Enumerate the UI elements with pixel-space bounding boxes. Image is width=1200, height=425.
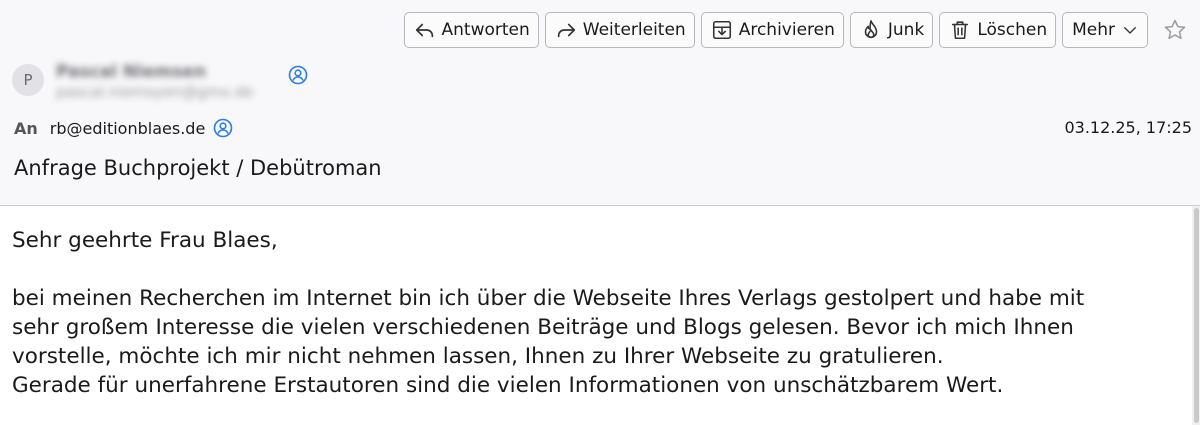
sender-email[interactable]: pascal.niemsyen@gmx.de: [56, 82, 253, 102]
delete-button[interactable]: Löschen: [939, 12, 1057, 48]
add-contact-icon[interactable]: [288, 65, 308, 85]
archive-button[interactable]: Archivieren: [700, 12, 844, 48]
junk-flame-icon: [864, 20, 878, 39]
message-subject: Anfrage Buchprojekt / Debütroman: [14, 156, 382, 180]
chevron-down-icon: [1124, 27, 1136, 34]
junk-button[interactable]: Junk: [849, 12, 934, 48]
avatar: P: [12, 64, 44, 96]
forward-button[interactable]: Weiterleiten: [544, 12, 695, 48]
sender-details: Pascal Niemsen pascal.niemsyen@gmx.de: [56, 62, 253, 102]
forward-icon: [557, 23, 575, 38]
trash-icon: [952, 21, 969, 40]
forward-label: Weiterleiten: [582, 20, 686, 40]
scrollbar[interactable]: [1192, 206, 1200, 425]
junk-label: Junk: [887, 20, 925, 40]
sender-name[interactable]: Pascal Niemsen: [56, 62, 253, 82]
message-body: Sehr geehrte Frau Blaes, bei meinen Rech…: [0, 206, 1200, 425]
recipient-row: An rb@editionblaes.de: [14, 118, 233, 138]
recipient-contact-icon[interactable]: [213, 118, 233, 138]
sender-block: P Pascal Niemsen pascal.niemsyen@gmx.de: [12, 62, 253, 102]
archive-label: Archivieren: [738, 20, 835, 40]
body-paragraph: bei meinen Recherchen im Internet bin ic…: [12, 286, 1085, 398]
more-label: Mehr: [1072, 20, 1115, 40]
star-icon[interactable]: [1160, 12, 1190, 48]
message-body-text: Sehr geehrte Frau Blaes, bei meinen Rech…: [12, 226, 1184, 400]
scrollbar-thumb[interactable]: [1194, 208, 1199, 423]
recipient-address[interactable]: rb@editionblaes.de: [50, 119, 206, 138]
reply-icon: [415, 23, 433, 38]
message-header: Antworten Weiterleiten Archivieren Junk: [0, 0, 1200, 206]
recipient-label: An: [14, 118, 38, 138]
message-toolbar: Antworten Weiterleiten Archivieren Junk: [403, 11, 1190, 49]
more-button[interactable]: Mehr: [1062, 12, 1148, 48]
body-greeting: Sehr geehrte Frau Blaes,: [12, 228, 278, 253]
archive-icon: [712, 20, 731, 40]
reply-button[interactable]: Antworten: [403, 12, 539, 48]
delete-label: Löschen: [977, 20, 1048, 40]
reply-label: Antworten: [441, 20, 530, 40]
message-date: 03.12.25, 17:25: [1064, 118, 1192, 137]
